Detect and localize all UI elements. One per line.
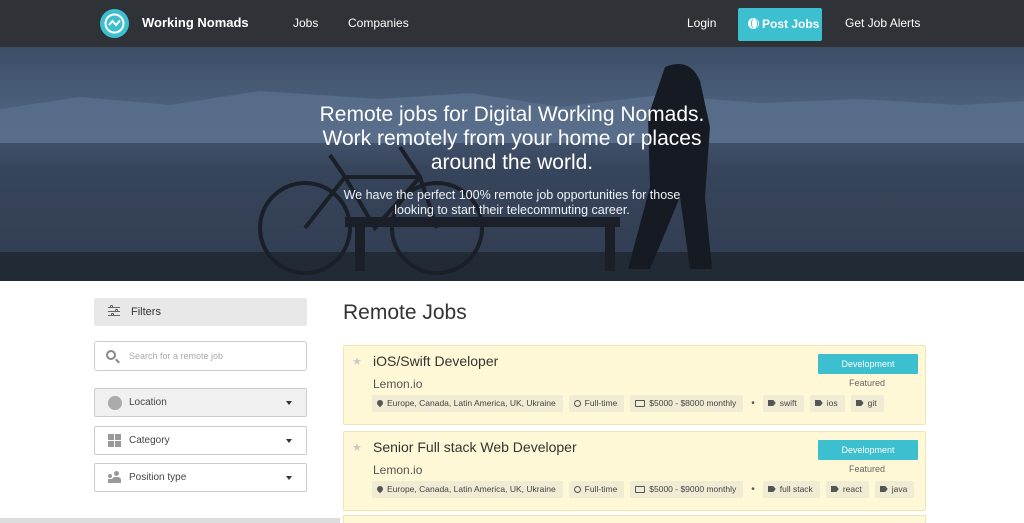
caret-down-icon [286, 401, 292, 405]
users-icon [108, 471, 121, 484]
job-card[interactable] [343, 515, 926, 523]
skill-tag[interactable]: java [874, 480, 915, 498]
tag-icon [855, 400, 864, 406]
job-card[interactable]: ★ iOS/Swift Developer Lemon.io Developme… [343, 345, 926, 425]
star-icon[interactable]: ★ [352, 441, 362, 454]
tag-icon [814, 400, 823, 406]
company-name[interactable]: Lemon.io [373, 377, 422, 391]
salary-tag: $5000 - $9000 monthly [630, 480, 744, 498]
clock-icon [573, 485, 581, 493]
skill-tag[interactable]: swift [762, 394, 804, 412]
tag-icon [830, 486, 839, 492]
money-icon [635, 485, 646, 493]
hero-subtitle: We have the perfect 100% remote job oppo… [343, 188, 681, 217]
search-box [94, 341, 307, 371]
location-tag: Europe, Canada, Latin America, UK, Ukrai… [372, 394, 563, 412]
category-select[interactable]: Category [94, 426, 307, 455]
job-title[interactable]: iOS/Swift Developer [373, 353, 498, 369]
skill-tag[interactable]: react [825, 480, 869, 498]
divider [0, 518, 340, 523]
logo-icon[interactable] [100, 9, 129, 38]
grid-icon [108, 434, 121, 447]
company-name[interactable]: Lemon.io [373, 463, 422, 477]
search-input[interactable] [129, 348, 299, 364]
clock-icon [573, 399, 581, 407]
post-jobs-button[interactable]: Post Jobs [738, 8, 822, 41]
job-title[interactable]: Senior Full stack Web Developer [373, 439, 577, 455]
globe-icon [748, 18, 759, 29]
skill-tag[interactable]: git [850, 394, 884, 412]
category-label: Category [129, 435, 170, 446]
nav-link-companies[interactable]: Companies [348, 16, 409, 30]
separator-dot: • [751, 397, 755, 409]
position-type-label: Position type [129, 472, 187, 483]
brand-name[interactable]: Working Nomads [142, 15, 249, 30]
featured-label: Featured [849, 464, 886, 474]
money-icon [635, 399, 646, 407]
page-title: Remote Jobs [343, 301, 467, 324]
job-card[interactable]: ★ Senior Full stack Web Developer Lemon.… [343, 431, 926, 511]
map-pin-icon [375, 398, 385, 408]
category-badge[interactable]: Development [818, 440, 918, 460]
filters-label: Filters [131, 306, 161, 318]
sliders-icon [108, 305, 120, 317]
tag-icon [879, 486, 888, 492]
globe-icon [108, 396, 122, 410]
job-type-tag: Full-time [568, 394, 625, 412]
job-meta: Europe, Canada, Latin America, UK, Ukrai… [372, 480, 920, 498]
hero-banner: Remote jobs for Digital Working Nomads. … [0, 47, 1024, 281]
post-jobs-label: Post Jobs [762, 17, 820, 31]
job-alerts-link[interactable]: Get Job Alerts [845, 16, 920, 30]
caret-down-icon [286, 439, 292, 443]
tag-icon [767, 400, 776, 406]
category-badge[interactable]: Development [818, 354, 918, 374]
location-label: Location [129, 397, 167, 408]
hero-title: Remote jobs for Digital Working Nomads. … [319, 103, 705, 174]
login-link[interactable]: Login [687, 16, 716, 30]
skill-tag[interactable]: full stack [762, 480, 820, 498]
filters-header[interactable]: Filters [94, 298, 307, 326]
job-meta: Europe, Canada, Latin America, UK, Ukrai… [372, 394, 890, 412]
skill-tag[interactable]: ios [809, 394, 845, 412]
nav-link-jobs[interactable]: Jobs [293, 16, 318, 30]
tag-icon [767, 486, 776, 492]
separator-dot: • [751, 483, 755, 495]
top-nav: Working Nomads Jobs Companies Login Post… [0, 0, 1024, 47]
location-select[interactable]: Location [94, 388, 307, 417]
star-icon[interactable]: ★ [352, 355, 362, 368]
salary-tag: $5000 - $8000 monthly [630, 394, 744, 412]
map-pin-icon [375, 484, 385, 494]
position-type-select[interactable]: Position type [94, 463, 307, 492]
location-tag: Europe, Canada, Latin America, UK, Ukrai… [372, 480, 563, 498]
search-icon [106, 350, 116, 360]
job-type-tag: Full-time [568, 480, 625, 498]
featured-label: Featured [849, 378, 886, 388]
caret-down-icon [286, 476, 292, 480]
